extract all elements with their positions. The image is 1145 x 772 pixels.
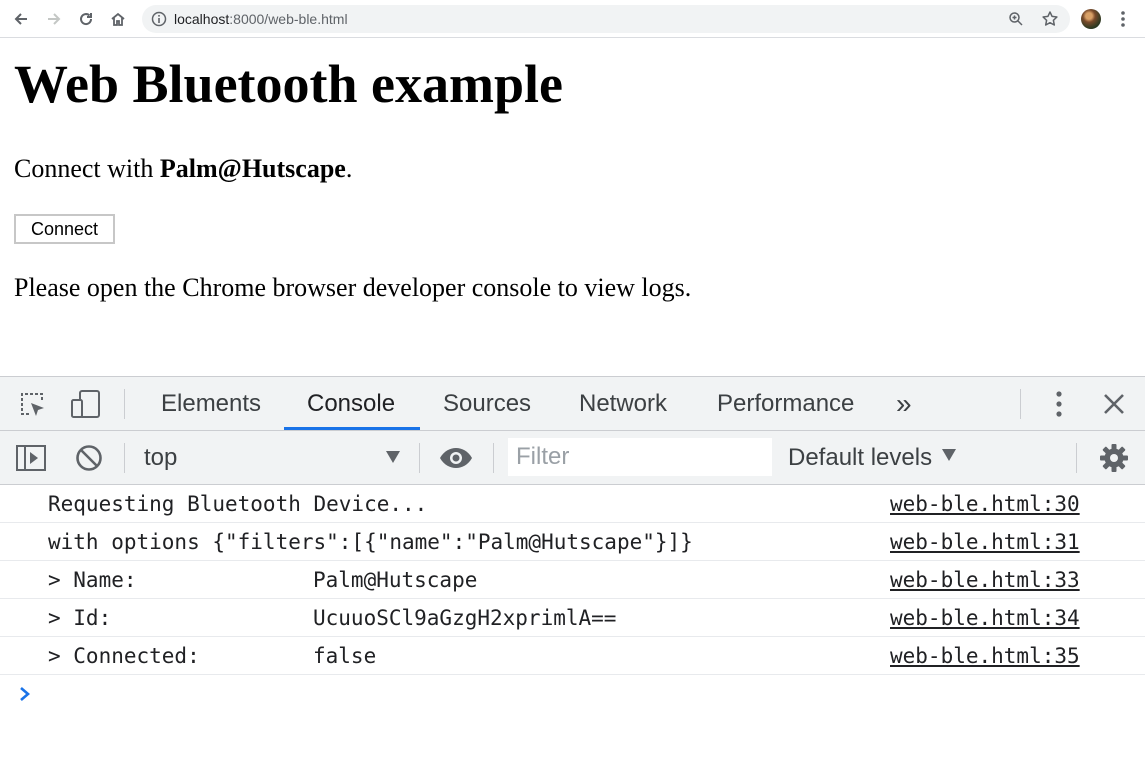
more-tabs-chevron-icon[interactable]: » — [873, 377, 935, 430]
profile-avatar[interactable] — [1081, 9, 1101, 29]
dropdown-arrow-icon — [942, 449, 957, 461]
console-settings-gear-icon[interactable] — [1099, 443, 1129, 473]
toolbar-divider — [124, 443, 125, 473]
inspect-element-icon[interactable] — [18, 390, 48, 420]
toolbar-divider — [1076, 443, 1077, 473]
log-levels-label: Default levels — [788, 444, 933, 471]
home-icon[interactable] — [108, 9, 128, 29]
connect-prefix: Connect with — [14, 154, 160, 183]
tab-sources[interactable]: Sources — [420, 377, 554, 430]
console-message: > Id: UcuuoSCl9aGzgH2xprimlA== web-ble.h… — [0, 599, 1145, 637]
close-devtools-icon[interactable] — [1101, 391, 1127, 417]
source-link[interactable]: web-ble.html:33 — [890, 568, 1080, 592]
console-output: Requesting Bluetooth Device... web-ble.h… — [0, 485, 1145, 715]
console-prompt[interactable] — [0, 675, 1145, 715]
context-selector[interactable]: top — [144, 443, 404, 473]
prompt-chevron-icon — [18, 685, 32, 703]
toolbar-divider — [1020, 389, 1021, 419]
console-message: Requesting Bluetooth Device... web-ble.h… — [0, 485, 1145, 523]
message-text: with options {"filters":[{"name":"Palm@H… — [48, 530, 693, 554]
back-arrow-icon[interactable] — [11, 9, 31, 29]
console-filter-input[interactable] — [508, 438, 772, 476]
message-text: > Name: — [48, 568, 137, 592]
message-value: false — [313, 644, 377, 668]
console-message: > Connected: false web-ble.html:35 — [0, 637, 1145, 675]
message-text: Requesting Bluetooth Device... — [48, 492, 428, 516]
message-text: > Id: — [48, 606, 112, 630]
connect-suffix: . — [345, 154, 353, 183]
show-sidebar-icon[interactable] — [15, 442, 47, 474]
page-title: Web Bluetooth example — [14, 54, 563, 114]
tab-elements[interactable]: Elements — [138, 377, 284, 430]
toolbar-divider — [419, 443, 420, 473]
message-text: > Connected: — [48, 644, 200, 668]
forward-arrow-icon[interactable] — [44, 9, 64, 29]
context-value: top — [144, 444, 178, 471]
zoom-icon[interactable] — [1008, 11, 1024, 27]
source-link[interactable]: web-ble.html:34 — [890, 606, 1080, 630]
toolbar-divider — [493, 443, 494, 473]
connect-button[interactable]: Connect — [14, 214, 115, 244]
tab-performance[interactable]: Performance — [694, 377, 877, 430]
devtools-menu-icon[interactable] — [1049, 388, 1069, 420]
device-name: Palm@Hutscape — [159, 154, 346, 183]
log-levels-dropdown[interactable]: Default levels — [788, 443, 957, 473]
address-bar[interactable]: localhost:8000/web-ble.html — [142, 5, 1070, 33]
reload-icon[interactable] — [76, 9, 96, 29]
message-value: UcuuoSCl9aGzgH2xprimlA== — [313, 606, 617, 630]
console-hint: Please open the Chrome browser developer… — [14, 273, 692, 302]
clear-console-icon[interactable] — [74, 443, 104, 473]
url-text[interactable]: localhost:8000/web-ble.html — [174, 11, 348, 27]
toolbar-divider — [124, 389, 125, 419]
tab-console[interactable]: Console — [284, 377, 420, 430]
console-toolbar: top Default levels — [0, 431, 1145, 485]
source-link[interactable]: web-ble.html:30 — [890, 492, 1080, 516]
bookmark-star-icon[interactable] — [1041, 10, 1059, 28]
url-path: :8000/web-ble.html — [229, 11, 348, 27]
console-message: > Name: Palm@Hutscape web-ble.html:33 — [0, 561, 1145, 599]
source-link[interactable]: web-ble.html:35 — [890, 644, 1080, 668]
browser-toolbar: localhost:8000/web-ble.html — [0, 0, 1145, 38]
devtools-tab-bar: Elements Console Sources Network Perform… — [0, 377, 1145, 431]
device-toolbar-icon[interactable] — [70, 388, 102, 420]
source-link[interactable]: web-ble.html:31 — [890, 530, 1080, 554]
message-value: Palm@Hutscape — [313, 568, 478, 592]
live-expression-eye-icon[interactable] — [438, 445, 474, 471]
more-menu-icon[interactable] — [1115, 9, 1131, 29]
url-host: localhost — [174, 11, 230, 27]
console-message: with options {"filters":[{"name":"Palm@H… — [0, 523, 1145, 561]
info-icon[interactable] — [151, 11, 167, 27]
devtools-panel: Elements Console Sources Network Perform… — [0, 376, 1145, 772]
dropdown-arrow-icon — [386, 451, 400, 463]
connect-instruction: Connect with Palm@Hutscape. — [14, 153, 352, 185]
tab-network[interactable]: Network — [556, 377, 690, 430]
